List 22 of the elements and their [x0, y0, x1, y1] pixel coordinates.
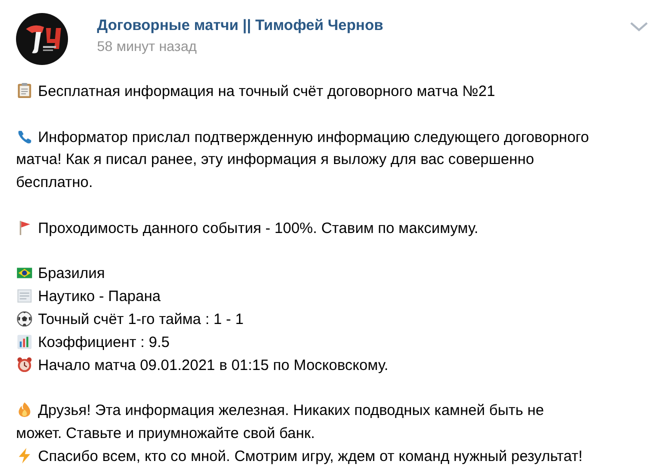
- lightning-icon: [16, 446, 33, 464]
- post-text: Бразилия: [38, 265, 105, 282]
- post-text: Спасибо всем, кто со мной. Смотрим игру, ждем от команд нужный результат!: [38, 448, 582, 465]
- clipboard-icon: [16, 82, 33, 99]
- post-text: бесплатно.: [16, 174, 93, 192]
- post-text: может. Ставьте и приумножайте свой банк.: [16, 424, 315, 442]
- avatar[interactable]: [16, 13, 68, 65]
- alarm-clock-icon: [16, 356, 33, 373]
- post-text: Бесплатная информация на точный счёт договорного матча №21: [38, 83, 496, 100]
- author-link[interactable]: Договорные матчи || Тимофей Чернов: [97, 16, 384, 35]
- post-text: Друзья! Эта информация железная. Никаких подводных камней быть не: [38, 402, 544, 420]
- post-text: Проходимость данного события - 100%. Ставим по максимуму.: [38, 220, 478, 237]
- ball-icon: [16, 310, 33, 327]
- post-text: Точный счёт 1-го тайма : 1 - 1: [38, 310, 244, 328]
- post-text: Информатор прислал подтвержденную информацию следующего договорного: [38, 128, 590, 146]
- post-text: матча! Как я писал ранее, эту информация я выложу для вас совершенно: [16, 151, 534, 168]
- post-text: Наутико - Парана: [38, 288, 161, 306]
- post-text: Начало матча 09.01.2021 в 01:15 по Московскому.: [38, 356, 388, 374]
- bar-chart-icon: [16, 332, 33, 350]
- post-text: Коэффициент : 9.5: [38, 334, 170, 351]
- fire-icon: [16, 401, 33, 418]
- document-icon: [16, 287, 33, 304]
